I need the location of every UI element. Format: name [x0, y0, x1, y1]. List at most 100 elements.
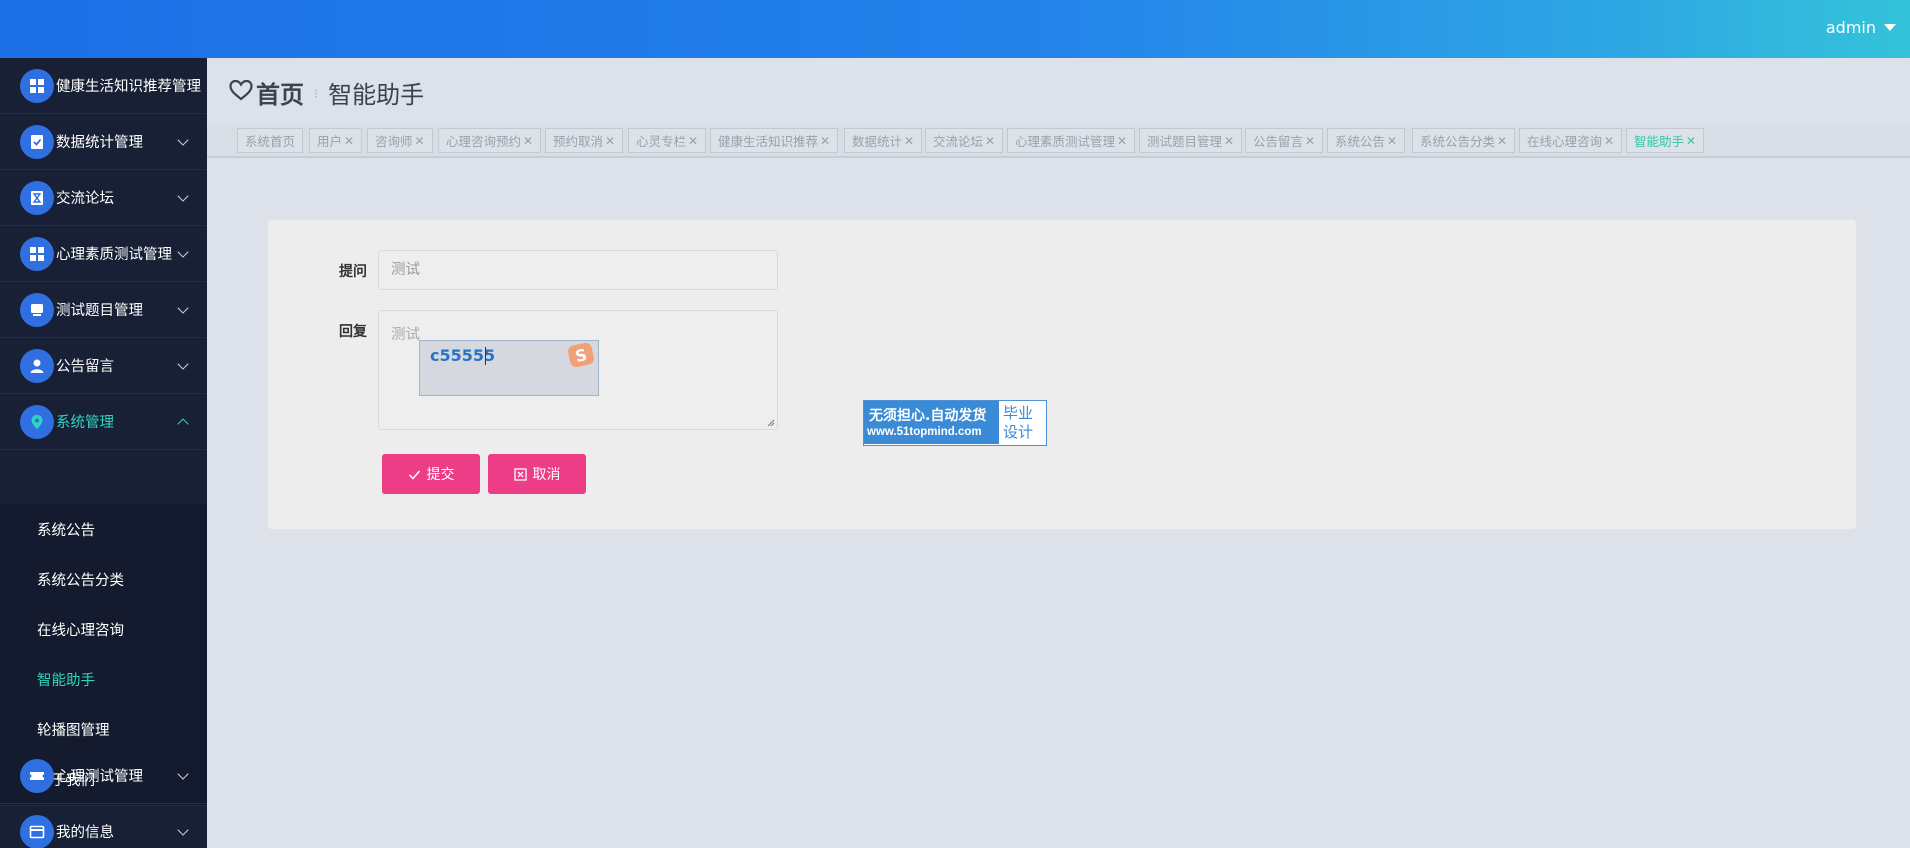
sidebar: 健康生活知识推荐管理 数据统计管理 交流论坛 心理素质测试管理 测试题目管理 公 [0, 58, 207, 848]
monitor-icon [20, 292, 54, 327]
sidebar-item-label: 公告留言 [56, 359, 114, 375]
tab-assistant[interactable]: 智能助手 ✕ [1626, 128, 1705, 153]
grid-icon [20, 236, 54, 271]
chevron-down-icon [177, 246, 189, 258]
resize-handle-icon[interactable] [767, 419, 775, 427]
top-header-bar: admin [0, 0, 1910, 58]
close-icon[interactable]: ✕ [985, 134, 995, 148]
reply-label: 回复 [339, 324, 367, 340]
tab-counselor[interactable]: 咨询师 ✕ [367, 128, 433, 153]
tab-bar: 系统首页 用户 ✕ 咨询师 ✕ 心理咨询预约 ✕ 预约取消 ✕ 心灵专栏 ✕ 健康生活知识… [207, 124, 1910, 158]
tab-label: 心灵专栏 [636, 134, 687, 149]
submit-button[interactable]: 提交 [382, 454, 480, 494]
sidebar-item-questions[interactable]: 测试题目管理 [0, 282, 207, 338]
card-icon [20, 814, 54, 848]
cancel-button-label: 取消 [532, 467, 561, 483]
ime-candidate-popup: c55555 S [419, 340, 599, 396]
sidebar-item-health-knowledge[interactable]: 健康生活知识推荐管理 [0, 58, 207, 114]
tab-online-consult[interactable]: 在线心理咨询 ✕ [1519, 128, 1623, 153]
tab-appointment[interactable]: 心理咨询预约 ✕ [438, 128, 542, 153]
close-icon[interactable]: ✕ [1387, 134, 1397, 148]
sidebar-subitem-announcement-category[interactable]: 系统公告分类 [0, 554, 207, 604]
close-icon[interactable]: ✕ [688, 134, 698, 148]
tab-label: 系统公告 [1335, 134, 1386, 149]
tab-home[interactable]: 系统首页 [237, 128, 304, 153]
close-icon[interactable]: ✕ [820, 134, 830, 148]
tab-forum[interactable]: 交流论坛 ✕ [925, 128, 1004, 153]
watermark-left-panel: 无须担心.自动发货 www.51topmind.com [864, 401, 999, 444]
tab-label: 公告留言 [1253, 134, 1304, 149]
caret-down-icon [1884, 24, 1896, 31]
tab-label: 预约取消 [553, 134, 604, 149]
close-icon[interactable]: ✕ [1305, 134, 1315, 148]
sidebar-item-label: 交流论坛 [56, 191, 114, 207]
submit-button-label: 提交 [426, 467, 455, 483]
chevron-down-icon [177, 358, 189, 370]
close-icon[interactable]: ✕ [1224, 134, 1234, 148]
chevron-down-icon [177, 302, 189, 314]
user-icon [20, 348, 54, 383]
close-icon[interactable]: ✕ [1497, 134, 1507, 148]
close-icon[interactable]: ✕ [415, 134, 425, 148]
username-label: admin [1825, 18, 1876, 37]
close-icon[interactable]: ✕ [344, 134, 354, 148]
tab-system-announcement[interactable]: 系统公告 ✕ [1327, 128, 1406, 153]
tab-health-knowledge[interactable]: 健康生活知识推荐 ✕ [710, 128, 839, 153]
sidebar-item-psych-test-manage[interactable]: 心理测试管理 [0, 748, 207, 804]
watermark-side2: 设计 [1003, 423, 1034, 441]
breadcrumb: 首页 ⁝ 智能助手 [228, 74, 424, 110]
tab-announcement-msg[interactable]: 公告留言 ✕ [1245, 128, 1324, 153]
user-menu[interactable]: admin [1826, 18, 1896, 37]
breadcrumb-home[interactable]: 首页 [256, 75, 304, 110]
watermark-side1: 毕业 [1003, 404, 1034, 422]
tab-questions[interactable]: 测试题目管理 ✕ [1139, 128, 1243, 153]
sidebar-item-my-info[interactable]: 我的信息 [0, 804, 207, 848]
sidebar-item-label: 健康生活知识推荐管理 [56, 79, 201, 95]
tab-label: 智能助手 [1634, 134, 1685, 149]
tab-users[interactable]: 用户 ✕ [309, 128, 363, 153]
close-icon[interactable]: ✕ [1117, 134, 1127, 148]
question-input[interactable]: 测试 [378, 250, 778, 290]
watermark-line2: www.51topmind.com [867, 426, 982, 438]
close-icon[interactable]: ✕ [904, 134, 914, 148]
sidebar-subitem-announcement[interactable]: 系统公告 [0, 504, 207, 554]
grid-icon [20, 68, 54, 103]
tab-label: 心理素质测试管理 [1015, 134, 1116, 149]
sidebar-item-forum[interactable]: 交流论坛 [0, 170, 207, 226]
chevron-up-icon [177, 418, 189, 430]
location-pin-icon [20, 404, 54, 439]
sidebar-subitem-assistant[interactable]: 智能助手 [0, 654, 207, 704]
heart-icon [228, 78, 254, 106]
tab-announcement-category[interactable]: 系统公告分类 ✕ [1412, 128, 1516, 153]
tab-label: 用户 [317, 134, 343, 149]
cancel-button[interactable]: 取消 [488, 454, 586, 494]
sidebar-item-label: 心理测试管理 [56, 769, 143, 785]
clipboard-check-icon [20, 124, 54, 159]
tab-statistics[interactable]: 数据统计 ✕ [844, 128, 923, 153]
close-icon[interactable]: ✕ [1604, 134, 1614, 148]
sidebar-item-statistics[interactable]: 数据统计管理 [0, 114, 207, 170]
reply-text: 测试 [391, 327, 420, 343]
tab-psych-test[interactable]: 心理素质测试管理 ✕ [1007, 128, 1136, 153]
close-icon[interactable]: ✕ [1686, 134, 1696, 148]
sidebar-subitem-online-consult[interactable]: 在线心理咨询 [0, 604, 207, 654]
sidebar-item-label: 测试题目管理 [56, 303, 143, 319]
tab-column[interactable]: 心灵专栏 ✕ [628, 128, 707, 153]
watermark-right-panel: 毕业 设计 [1003, 404, 1043, 442]
sidebar-item-system[interactable]: 系统管理 [0, 394, 207, 450]
breadcrumb-current: 智能助手 [328, 80, 425, 109]
sidebar-item-psych-test[interactable]: 心理素质测试管理 [0, 226, 207, 282]
chevron-down-icon [177, 190, 189, 202]
close-icon[interactable]: ✕ [605, 134, 615, 148]
chevron-down-icon [177, 134, 189, 146]
sogou-logo-icon: S [568, 342, 594, 368]
close-icon[interactable]: ✕ [523, 134, 533, 148]
check-icon [408, 470, 420, 480]
tab-cancel-appointment[interactable]: 预约取消 ✕ [545, 128, 624, 153]
tab-label: 健康生活知识推荐 [718, 134, 819, 149]
tab-label: 心理咨询预约 [446, 134, 522, 149]
tab-label: 数据统计 [852, 134, 903, 149]
sidebar-subitem-carousel[interactable]: 轮播图管理 [0, 704, 207, 754]
sidebar-item-announcements[interactable]: 公告留言 [0, 338, 207, 394]
hourglass-icon [20, 180, 54, 215]
